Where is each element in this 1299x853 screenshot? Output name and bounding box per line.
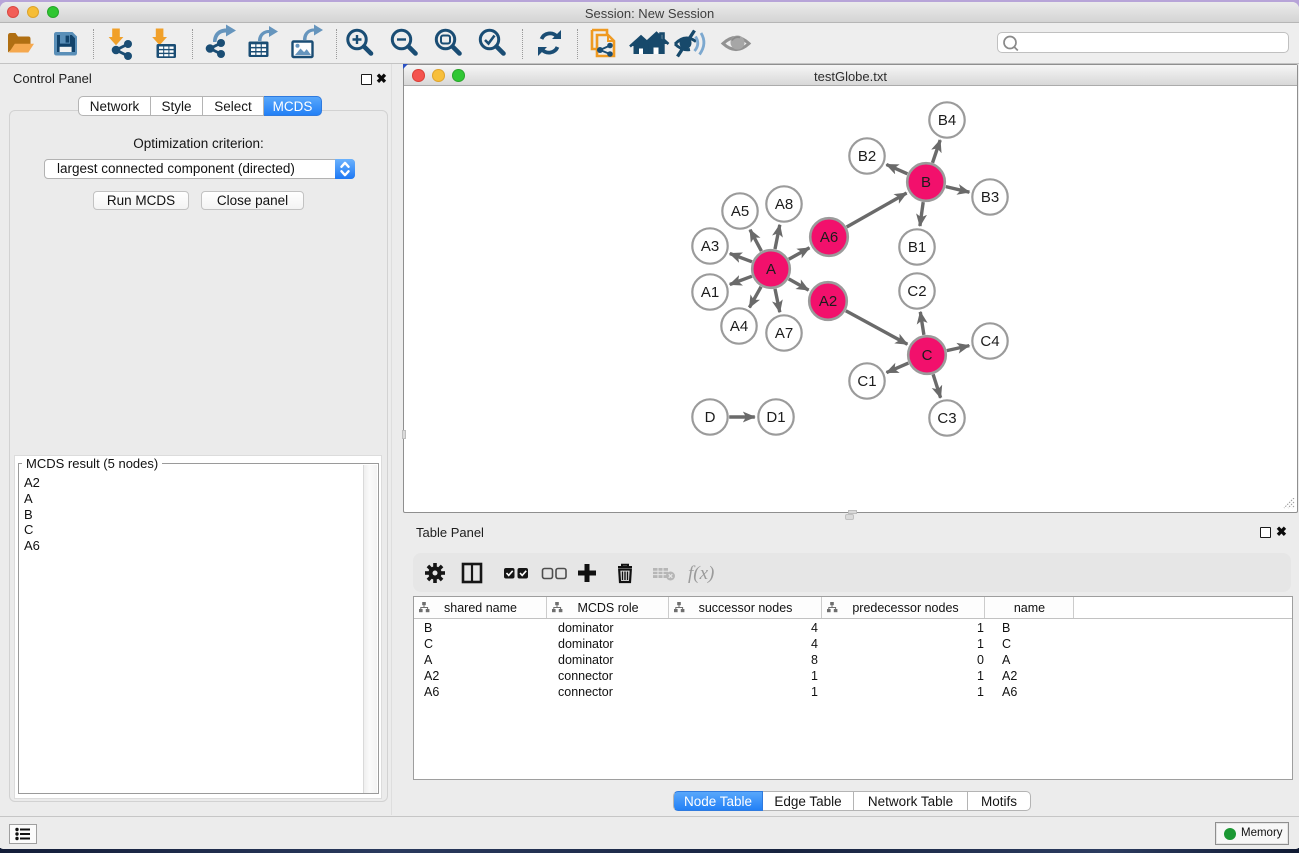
svg-text:A3: A3 xyxy=(701,238,719,255)
svg-text:B4: B4 xyxy=(938,112,956,129)
svg-text:A5: A5 xyxy=(731,203,749,220)
svg-text:A: A xyxy=(766,261,776,278)
svg-text:A4: A4 xyxy=(730,318,748,335)
svg-text:D: D xyxy=(705,409,716,426)
svg-text:f(x): f(x) xyxy=(688,563,714,584)
svg-text:A6: A6 xyxy=(820,229,838,246)
svg-text:B2: B2 xyxy=(858,148,876,165)
svg-text:D1: D1 xyxy=(766,409,785,426)
svg-text:A7: A7 xyxy=(775,325,793,342)
svg-text:A8: A8 xyxy=(775,196,793,213)
svg-text:C4: C4 xyxy=(980,333,999,350)
svg-text:B3: B3 xyxy=(981,189,999,206)
svg-text:C3: C3 xyxy=(937,410,956,427)
svg-text:C: C xyxy=(922,347,933,364)
svg-text:A2: A2 xyxy=(819,293,837,310)
svg-text:A1: A1 xyxy=(701,284,719,301)
svg-text:B1: B1 xyxy=(908,239,926,256)
svg-text:B: B xyxy=(921,174,931,191)
svg-text:C1: C1 xyxy=(857,373,876,390)
svg-text:C2: C2 xyxy=(907,283,926,300)
